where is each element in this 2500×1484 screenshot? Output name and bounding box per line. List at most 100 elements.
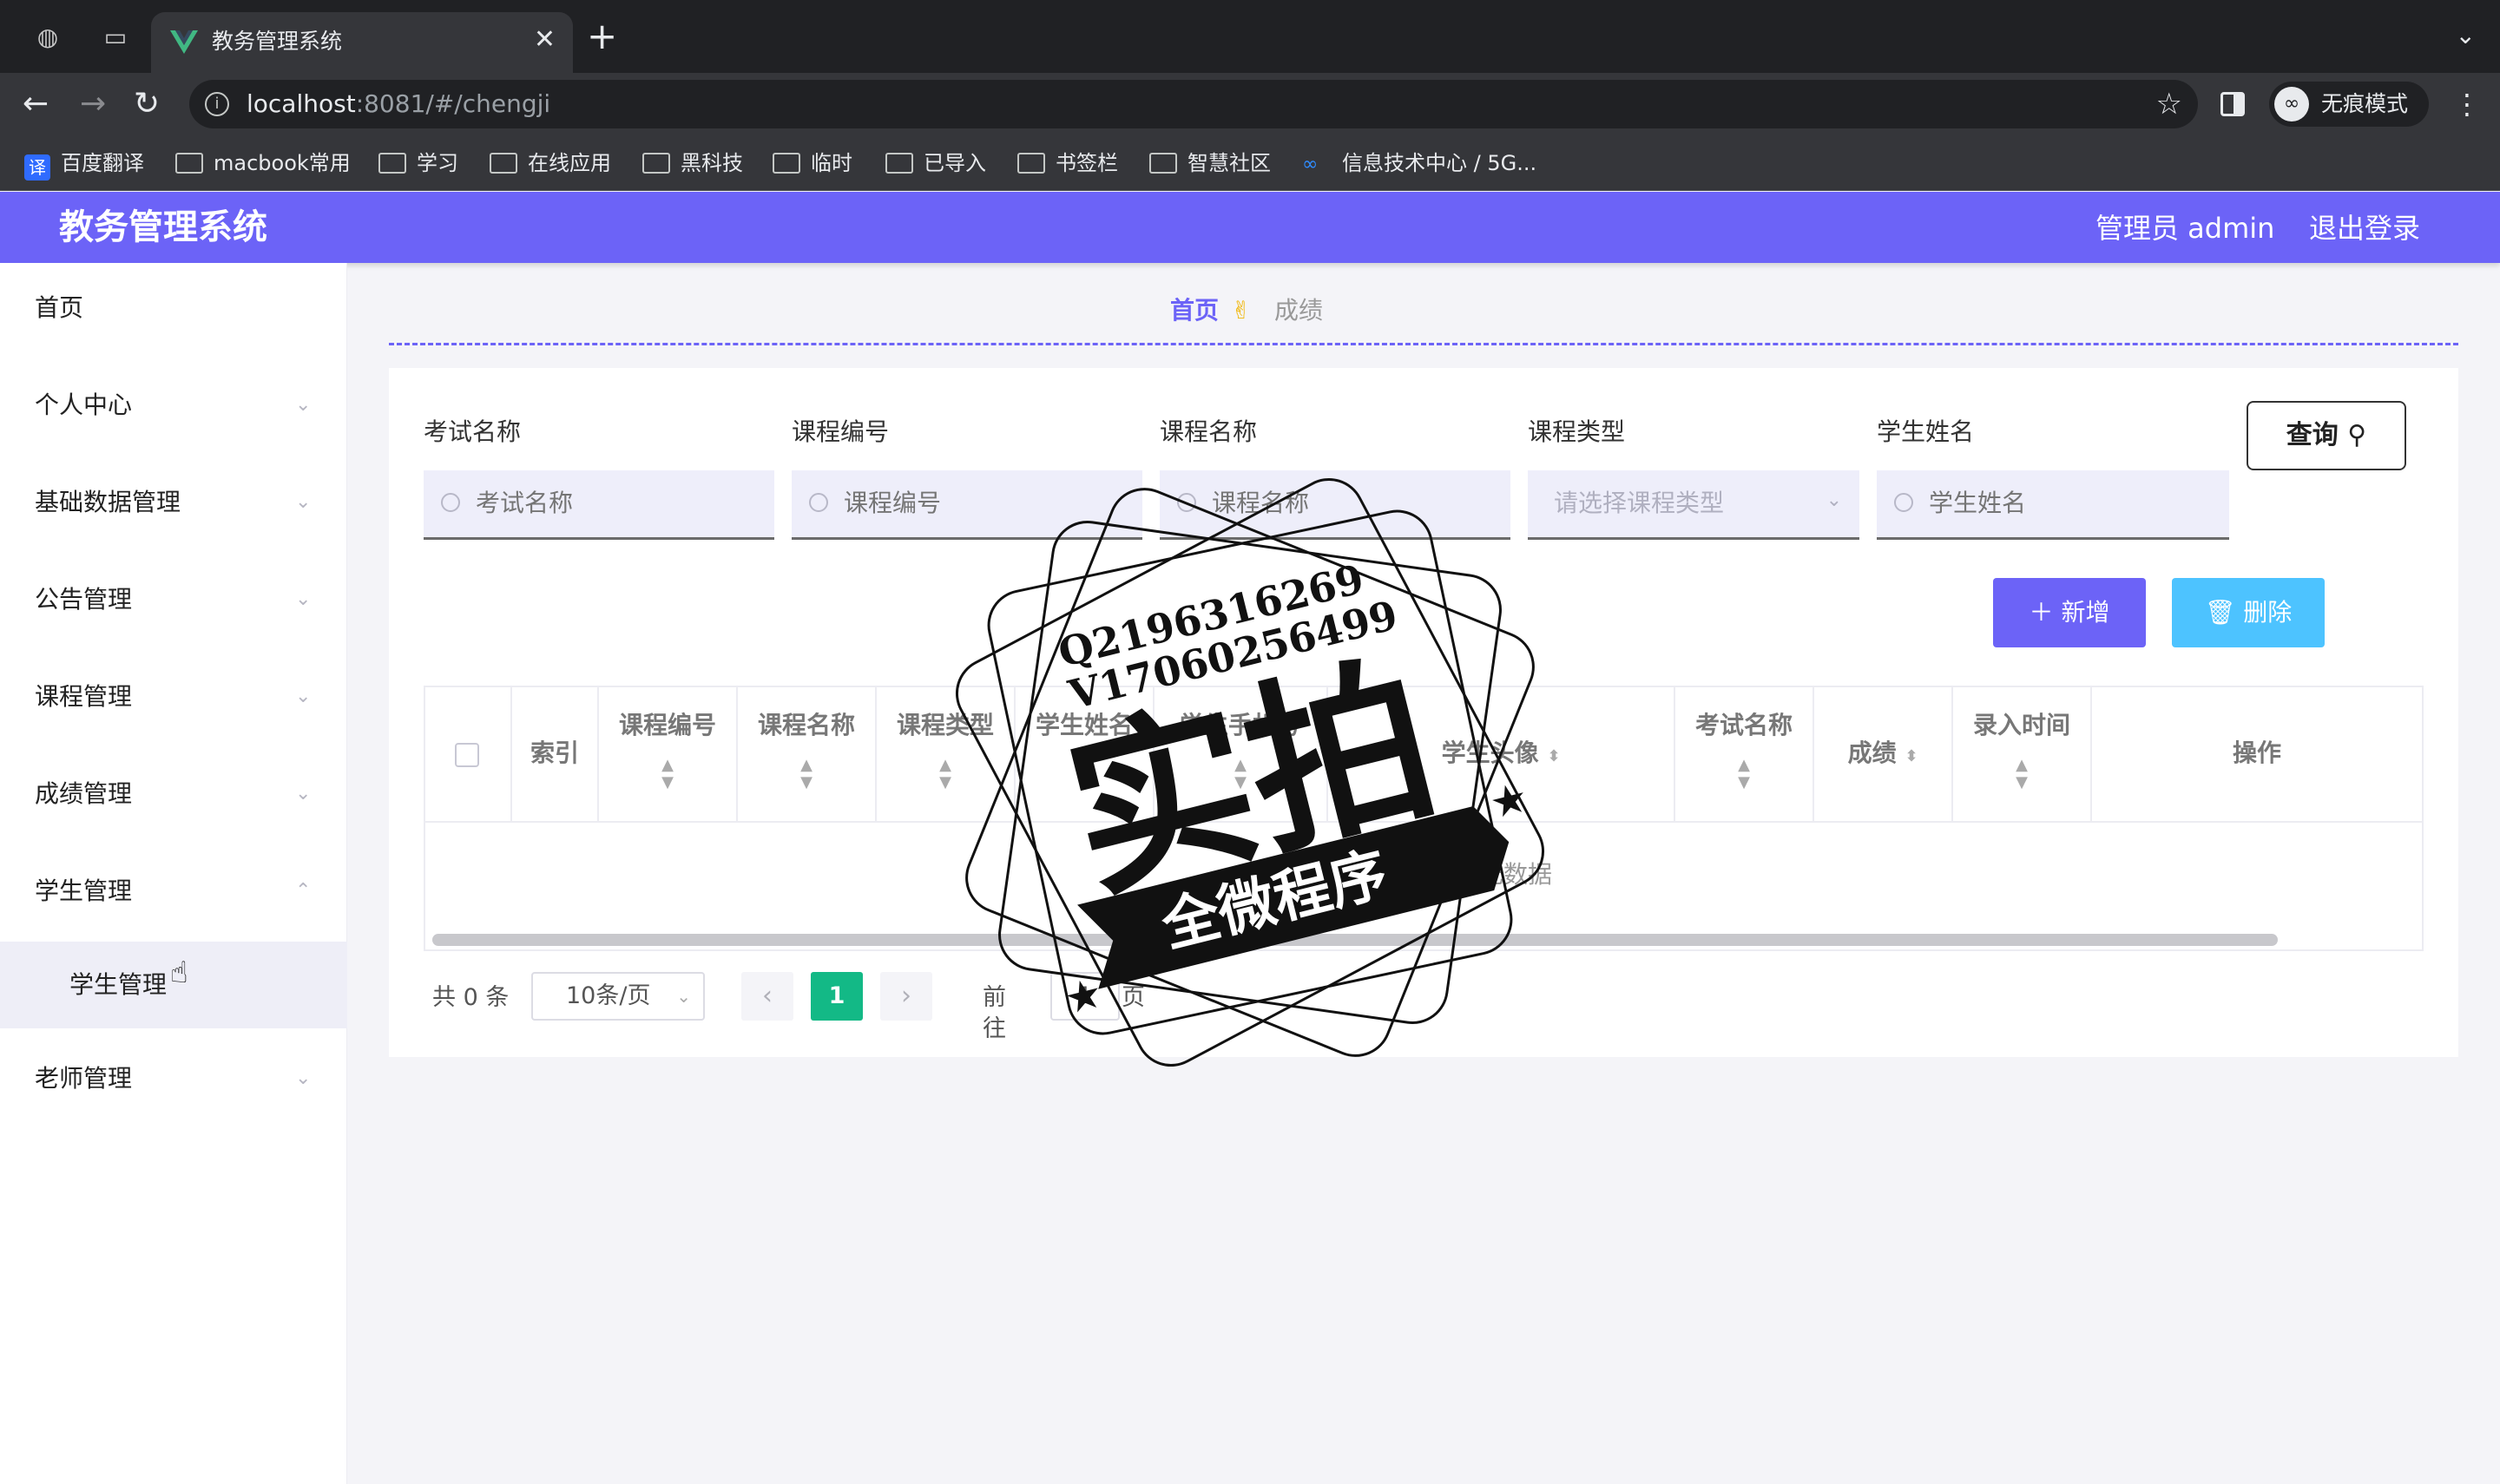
back-icon[interactable]: ← (23, 85, 49, 123)
bookmark-label: 信息技术中心 / 5G... (1342, 151, 1537, 175)
bookmark-item[interactable]: 在线应用 (490, 149, 611, 177)
sidebar-item-label: 学生管理 (35, 877, 133, 905)
sidebar-item-grades[interactable]: 成绩管理 ⌄ (0, 768, 347, 820)
breadcrumb-home[interactable]: 首页 (1170, 295, 1219, 326)
sort-icon[interactable]: ▲ ▼ (738, 757, 875, 791)
bookmark-item[interactable]: 黑科技 (642, 149, 743, 177)
breadcrumb-current: 成绩 (1274, 296, 1324, 325)
breadcrumb-separator-icon: ✌ (1231, 296, 1252, 325)
chevron-down-icon: ⌄ (295, 491, 312, 513)
close-tab-icon[interactable]: ✕ (534, 24, 556, 56)
exam-name-field[interactable] (476, 488, 736, 519)
bookmark-item[interactable]: 书签栏 (1017, 149, 1118, 177)
bookmark-item[interactable]: ∞ 信息技术中心 / 5G... (1302, 149, 1536, 177)
incognito-label: 无痕模式 (2321, 91, 2409, 116)
chevron-down-icon: ⌄ (295, 783, 312, 804)
forward-icon[interactable]: → (80, 85, 106, 123)
sidebar-item-profile[interactable]: 个人中心 ⌄ (0, 379, 347, 431)
bookmark-label: 百度翻译 (61, 151, 144, 175)
app-title: 教务管理系统 (59, 207, 267, 247)
folder-icon (175, 153, 203, 174)
globe-icon[interactable]: ◍ (33, 23, 62, 52)
tab-search-chevron-icon[interactable]: ⌄ (2456, 21, 2476, 49)
bookmark-item[interactable]: 学习 (378, 149, 458, 177)
new-tab-button[interactable]: + (587, 18, 617, 55)
select-all-header (425, 687, 512, 821)
side-panel-icon[interactable] (2220, 92, 2245, 116)
incognito-profile-button[interactable]: ∞ 无痕模式 (2269, 82, 2429, 127)
add-button[interactable]: ＋ 新增 (1993, 578, 2146, 647)
student-name-input[interactable] (1877, 470, 2229, 540)
screen: ◍ ▭ 教务管理系统 ✕ + ⌄ ← → ↻ i localhost:8081/… (0, 0, 2500, 1484)
filter-label-course-code: 课程编号 (792, 417, 890, 446)
column-header[interactable]: 课程名称 ▲ ▼ (738, 687, 877, 821)
tab-title: 教务管理系统 (212, 29, 343, 54)
sort-icon[interactable]: ▲ ▼ (1953, 757, 2090, 791)
delete-label: 删除 (2243, 598, 2293, 627)
chevron-up-icon: ⌃ (295, 880, 312, 902)
star-icon: ★ (1060, 969, 1108, 1025)
folder-icon (1017, 153, 1045, 174)
page-size-select[interactable]: 10条/页 ⌄ (531, 972, 705, 1021)
reload-icon[interactable]: ↻ (134, 85, 160, 123)
bookmark-item[interactable]: 译百度翻译 (24, 149, 144, 181)
browser-toolbar: ← → ↻ i localhost:8081/#/chengji ☆ ∞ 无痕模… (0, 73, 2500, 135)
bookmark-item[interactable]: 已导入 (885, 149, 986, 177)
column-label: 课程编号 (618, 711, 716, 739)
bookmark-label: 黑科技 (681, 151, 743, 175)
bookmark-label: 书签栏 (1056, 151, 1118, 175)
bookmark-star-icon[interactable]: ☆ (2156, 87, 2182, 121)
column-label: 成绩 ⬍ (1814, 738, 1951, 769)
column-header[interactable]: 考试名称 ▲ ▼ (1675, 687, 1814, 821)
sidebar-item-label: 课程管理 (35, 682, 133, 711)
sidebar-item-label: 首页 (35, 293, 84, 322)
bookmark-label: 已导入 (924, 151, 986, 175)
student-name-field[interactable] (1929, 488, 2189, 519)
sidebar-item-basic-data[interactable]: 基础数据管理 ⌄ (0, 476, 347, 529)
column-header[interactable]: 录入时间 ▲ ▼ (1953, 687, 2092, 821)
url-path: :8081/#/chengji (355, 89, 551, 118)
search-icon (1894, 493, 1913, 512)
sidebar-item-home[interactable]: 首页 (0, 282, 347, 334)
bookmark-label: 临时 (811, 151, 852, 175)
current-page-button[interactable]: 1 (811, 972, 863, 1021)
sidebar-item-students[interactable]: 学生管理 ⌃ (0, 865, 347, 917)
sidebar-item-label: 基础数据管理 (35, 488, 181, 516)
sidebar-item-notices[interactable]: 公告管理 ⌄ (0, 574, 347, 626)
chevron-down-icon: ⌄ (1826, 489, 1842, 511)
logout-link[interactable]: 退出登录 (2309, 211, 2420, 246)
url-host: localhost (247, 89, 356, 118)
app-header: 教务管理系统 管理员 admin 退出登录 (0, 192, 2500, 263)
column-header[interactable]: 课程编号 ▲ ▼ (599, 687, 738, 821)
bookmark-label: 学习 (417, 151, 458, 175)
browser-tab-active[interactable]: 教务管理系统 ✕ (151, 12, 573, 73)
exam-name-input[interactable] (424, 470, 774, 540)
address-bar[interactable]: i localhost:8081/#/chengji ☆ (189, 80, 2198, 128)
sort-icon[interactable]: ▲ ▼ (599, 757, 736, 791)
sidebar: 首页 个人中心 ⌄ 基础数据管理 ⌄ 公告管理 ⌄ 课程管理 ⌄ 成绩管理 ⌄ … (0, 263, 347, 1484)
select-all-checkbox[interactable] (455, 743, 479, 767)
trash-icon: 🗑 (2204, 598, 2236, 627)
browser-menu-icon[interactable]: ⋮ (2453, 87, 2481, 121)
column-label: 考试名称 (1694, 711, 1793, 739)
sidebar-item-teachers[interactable]: 老师管理 ⌄ (0, 1053, 347, 1105)
query-button[interactable]: 查询 ⚲ (2247, 401, 2406, 470)
page-size-value: 10条/页 (566, 982, 651, 1009)
chevron-down-icon: ⌄ (295, 1067, 312, 1089)
filter-label-course-type: 课程类型 (1528, 417, 1626, 446)
filter-label-exam-name: 考试名称 (424, 417, 522, 446)
tab-group-icon[interactable]: ▭ (101, 23, 130, 52)
column-header[interactable]: 成绩 ⬍ (1814, 687, 1953, 821)
sort-icon[interactable]: ⬍ (1905, 747, 1918, 765)
prev-page-button[interactable]: ‹ (741, 972, 793, 1021)
delete-button[interactable]: 🗑 删除 (2172, 578, 2325, 647)
browser-tabstrip: ◍ ▭ 教务管理系统 ✕ + ⌄ (0, 0, 2500, 73)
bookmark-item[interactable]: 临时 (773, 149, 852, 177)
site-info-icon[interactable]: i (205, 92, 229, 116)
sidebar-item-courses[interactable]: 课程管理 ⌄ (0, 671, 347, 723)
sort-icon[interactable]: ▲ ▼ (1675, 757, 1812, 791)
folder-icon (378, 153, 406, 174)
bookmark-item[interactable]: macbook常用 (175, 149, 351, 177)
bookmark-item[interactable]: 智慧社区 (1149, 149, 1271, 177)
column-label: 课程名称 (757, 711, 855, 739)
